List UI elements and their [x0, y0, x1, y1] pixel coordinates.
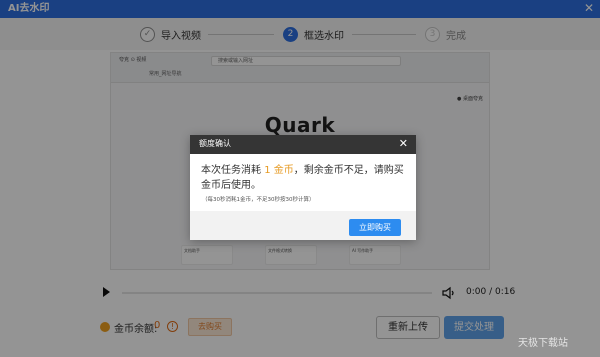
dialog-close-icon[interactable]: ✕ [399, 137, 408, 151]
app-window: AI去水印 ✕ ✓ 导入视频 2 框选水印 3 完成 夸克 ⊙ 视频 搜索或输入… [0, 0, 600, 357]
dialog-header: 额度确认 ✕ [190, 135, 416, 154]
dialog-note: （每30秒消耗1金币，不足30秒按30秒计算） [202, 197, 315, 203]
buy-now-button[interactable]: 立即购买 [349, 219, 401, 236]
dialog-text-before: 本次任务消耗 [201, 165, 265, 176]
dialog-title: 额度确认 [199, 139, 231, 148]
dialog-cost: 1 金币 [264, 165, 294, 176]
dialog-message: 本次任务消耗 1 金币，剩余金币不足，请购买金币后使用。 [201, 163, 407, 193]
quota-confirm-dialog: 额度确认 ✕ 本次任务消耗 1 金币，剩余金币不足，请购买金币后使用。 （每30… [190, 135, 416, 240]
site-watermark: 天极下载站 [518, 338, 568, 349]
